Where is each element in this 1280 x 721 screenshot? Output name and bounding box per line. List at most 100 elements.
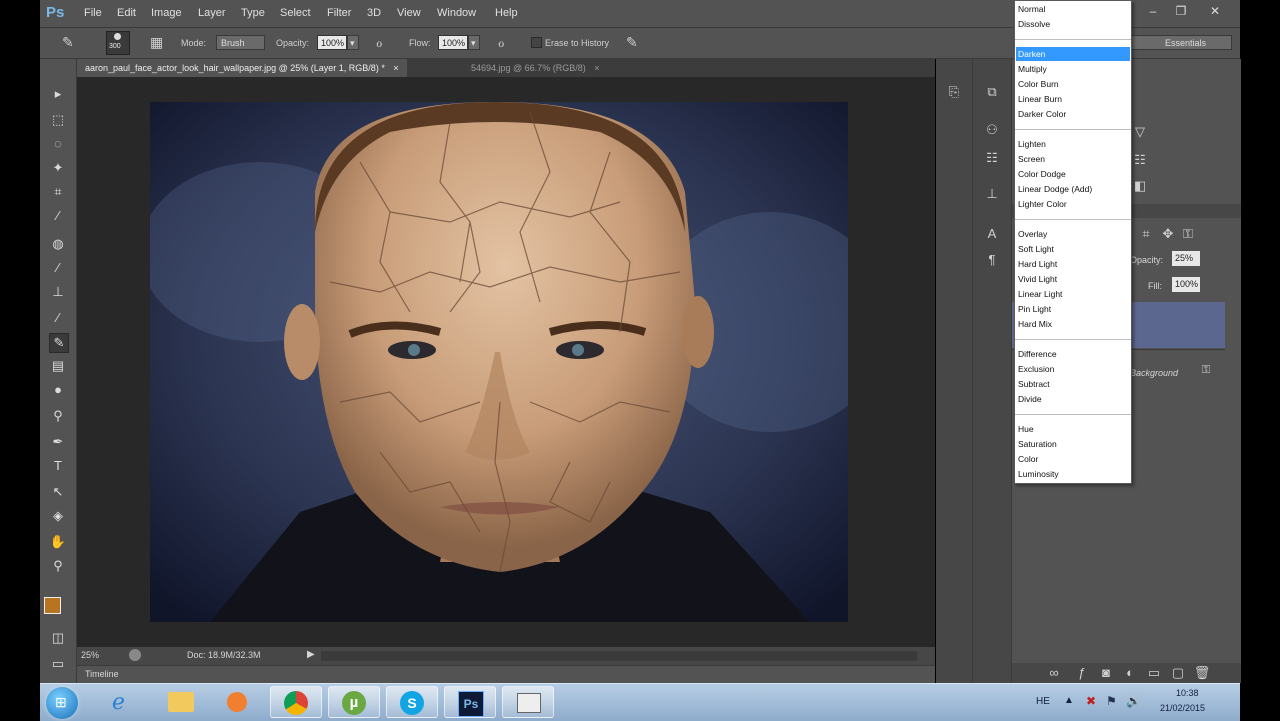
blend-hard-light[interactable]: Hard Light: [1018, 259, 1057, 269]
blend-screen[interactable]: Screen: [1018, 154, 1045, 164]
taskbar-utorrent[interactable]: µ: [328, 686, 380, 718]
taskbar-skype[interactable]: S: [386, 686, 438, 718]
minimize-button[interactable]: –: [1140, 1, 1166, 21]
navigator-icon[interactable]: ⚇: [982, 121, 1002, 139]
blend-normal[interactable]: Normal: [1018, 4, 1045, 14]
opacity-dropdown-arrow[interactable]: ▾: [347, 35, 359, 50]
type-tool-icon[interactable]: T: [49, 457, 67, 475]
foreground-color-swatch[interactable]: [44, 597, 61, 614]
lasso-tool-icon[interactable]: ◌: [49, 135, 67, 153]
hand-tool-icon[interactable]: ✋: [49, 533, 67, 551]
opacity-input[interactable]: 100%: [317, 35, 347, 50]
status-menu-arrow-icon[interactable]: ▶: [307, 649, 315, 660]
menu-filter[interactable]: Filter: [327, 7, 351, 19]
taskbar-photoshop[interactable]: Ps: [444, 686, 496, 718]
shape-tool-icon[interactable]: ◈: [49, 507, 67, 525]
blend-darken[interactable]: Darken: [1018, 49, 1045, 59]
layer-mask-icon[interactable]: ◙: [1096, 664, 1116, 682]
erase-history-checkbox[interactable]: [531, 37, 542, 48]
path-select-tool-icon[interactable]: ↖: [49, 483, 67, 501]
new-adjustment-icon[interactable]: ◐: [1120, 664, 1140, 682]
blend-color-dodge[interactable]: Color Dodge: [1018, 169, 1066, 179]
pressure-opacity-icon[interactable]: ℴ: [376, 34, 382, 51]
quick-select-tool-icon[interactable]: ✦: [49, 159, 67, 177]
blend-difference[interactable]: Difference: [1018, 349, 1057, 359]
airbrush-icon[interactable]: ℴ: [498, 34, 504, 51]
blend-multiply[interactable]: Multiply: [1018, 64, 1047, 74]
add-adjustment-icon[interactable]: ▽: [1130, 123, 1150, 141]
clock-date[interactable]: 21/02/2015: [1160, 703, 1205, 713]
clone-stamp-tool-icon[interactable]: ⊥: [49, 283, 67, 301]
blend-linear-light[interactable]: Linear Light: [1018, 289, 1062, 299]
taskbar-media-player[interactable]: [212, 686, 264, 718]
crop-tool-icon[interactable]: ⌗: [49, 183, 67, 201]
timeline-label[interactable]: Timeline: [85, 669, 119, 679]
menu-select[interactable]: Select: [280, 7, 311, 19]
taskbar-explorer[interactable]: [156, 686, 208, 718]
menu-file[interactable]: File: [84, 7, 102, 19]
layer-fill-input[interactable]: 100%: [1172, 277, 1200, 292]
blend-linear-dodge[interactable]: Linear Dodge (Add): [1018, 184, 1092, 194]
blend-overlay[interactable]: Overlay: [1018, 229, 1047, 239]
blend-luminosity[interactable]: Luminosity: [1018, 469, 1059, 479]
blend-dissolve[interactable]: Dissolve: [1018, 19, 1050, 29]
flow-dropdown-arrow[interactable]: ▾: [468, 35, 480, 50]
blend-mode-dropdown[interactable]: Normal Dissolve Darken Multiply Color Bu…: [1014, 0, 1132, 484]
lock-position-icon[interactable]: ✥: [1158, 225, 1178, 243]
link-layers-icon[interactable]: ∞: [1044, 664, 1064, 682]
gradient-tool-icon[interactable]: ▤: [49, 357, 67, 375]
language-indicator[interactable]: HE: [1036, 696, 1050, 707]
blend-exclusion[interactable]: Exclusion: [1018, 364, 1054, 374]
blend-hue[interactable]: Hue: [1018, 424, 1034, 434]
close-button[interactable]: ✕: [1202, 1, 1228, 21]
workspace-select[interactable]: Essentials: [1130, 35, 1232, 50]
zoom-level[interactable]: 25%: [81, 650, 99, 660]
canvas-image[interactable]: [150, 102, 848, 622]
blend-lighter-color[interactable]: Lighter Color: [1018, 199, 1067, 209]
menu-edit[interactable]: Edit: [117, 7, 136, 19]
styles-icon[interactable]: ⊥: [982, 185, 1002, 203]
dodge-tool-icon[interactable]: ⚲: [49, 407, 67, 425]
blur-tool-icon[interactable]: ●: [49, 381, 67, 399]
flag-icon[interactable]: ⚑: [1106, 694, 1117, 708]
properties-icon[interactable]: ☷: [982, 149, 1002, 167]
lock-all-icon[interactable]: ⚿: [1178, 225, 1198, 243]
menu-window[interactable]: Window: [437, 7, 476, 19]
mode-select[interactable]: Brush: [216, 35, 265, 50]
blend-color-burn[interactable]: Color Burn: [1018, 79, 1059, 89]
paragraph-icon[interactable]: ¶: [982, 251, 1002, 269]
start-button[interactable]: ⊞: [46, 687, 78, 719]
screen-mode-icon[interactable]: ▭: [49, 655, 67, 673]
menu-3d[interactable]: 3D: [367, 7, 381, 19]
menu-layer[interactable]: Layer: [198, 7, 226, 19]
layer-opacity-input[interactable]: 25%: [1172, 251, 1200, 266]
menu-view[interactable]: View: [397, 7, 421, 19]
taskbar-ie[interactable]: ℯ: [98, 686, 150, 718]
brush-tool-icon[interactable]: ⁄: [49, 259, 67, 277]
healing-brush-tool-icon[interactable]: ◍: [49, 235, 67, 253]
blend-subtract[interactable]: Subtract: [1018, 379, 1050, 389]
menu-help[interactable]: Help: [495, 7, 518, 19]
zoom-tool-icon[interactable]: ⚲: [49, 557, 67, 575]
lock-pixels-icon[interactable]: ⌗: [1136, 225, 1156, 243]
restore-button[interactable]: ❐: [1168, 1, 1194, 21]
blend-color[interactable]: Color: [1018, 454, 1038, 464]
tab-active-document[interactable]: aaron_paul_face_actor_look_hair_wallpape…: [77, 59, 407, 77]
tab-close-icon[interactable]: ×: [393, 63, 398, 73]
blend-vivid-light[interactable]: Vivid Light: [1018, 274, 1057, 284]
menu-type[interactable]: Type: [241, 7, 265, 19]
brush-preset-picker[interactable]: 300: [106, 31, 130, 55]
blend-darker-color[interactable]: Darker Color: [1018, 109, 1066, 119]
blend-pin-light[interactable]: Pin Light: [1018, 304, 1051, 314]
blend-saturation[interactable]: Saturation: [1018, 439, 1057, 449]
eraser-tool-icon-active[interactable]: ✎: [49, 333, 69, 353]
blend-soft-light[interactable]: Soft Light: [1018, 244, 1054, 254]
character-icon[interactable]: A: [982, 225, 1002, 243]
adjustments-icon[interactable]: ⧉: [982, 83, 1002, 101]
layer-style-icon[interactable]: ƒ: [1072, 664, 1092, 682]
marquee-tool-icon[interactable]: ⬚: [49, 111, 67, 129]
volume-icon[interactable]: 🔊: [1126, 694, 1141, 708]
flow-input[interactable]: 100%: [438, 35, 468, 50]
history-brush-tool-icon[interactable]: ⁄: [49, 309, 67, 327]
new-layer-icon[interactable]: ▢: [1168, 664, 1188, 682]
